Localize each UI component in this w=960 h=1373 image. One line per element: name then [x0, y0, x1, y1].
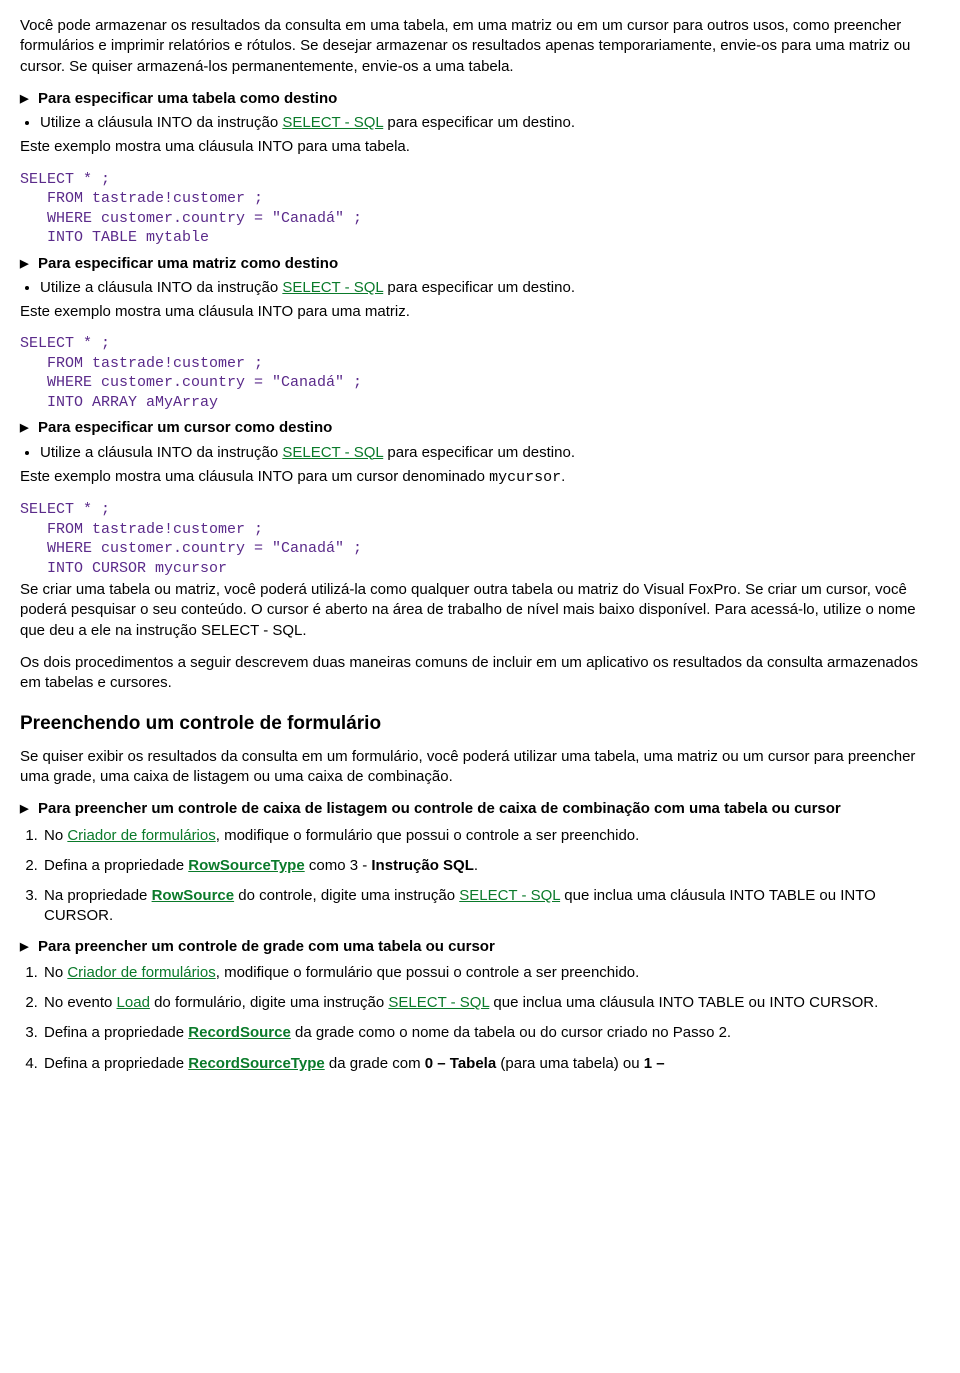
text: do controle, digite uma instrução: [234, 887, 459, 904]
bullet-list: Utilize a cláusula INTO da instrução SEL…: [20, 443, 940, 463]
text: da grade com: [325, 1055, 425, 1072]
select-sql-link[interactable]: SELECT - SQL: [459, 887, 560, 904]
section-heading-listbox: Para preencher um controle de caixa de l…: [20, 799, 940, 819]
inline-code: mycursor: [489, 469, 561, 486]
step-item: Defina a propriedade RecordSourceType da…: [42, 1054, 940, 1074]
text: para especificar um destino.: [383, 444, 575, 461]
select-sql-link[interactable]: SELECT - SQL: [282, 444, 383, 461]
select-sql-link[interactable]: SELECT - SQL: [282, 279, 383, 296]
rowsource-link[interactable]: RowSource: [152, 887, 235, 904]
step-item: Defina a propriedade RecordSource da gra…: [42, 1023, 940, 1043]
text: , modifique o formulário que possui o co…: [216, 827, 640, 844]
text: que inclua uma cláusula INTO TABLE ou IN…: [489, 994, 878, 1011]
text: do formulário, digite uma instrução: [150, 994, 388, 1011]
rowsourcetype-link[interactable]: RowSourceType: [188, 857, 304, 874]
section-heading-grid: Para preencher um controle de grade com …: [20, 937, 940, 957]
section-heading-table: Para especificar uma tabela como destino: [20, 89, 940, 109]
bold-text: 1 –: [644, 1055, 665, 1072]
recordsourcetype-link[interactable]: RecordSourceType: [188, 1055, 324, 1072]
example-text: Este exemplo mostra uma cláusula INTO pa…: [20, 137, 940, 157]
step-item: Na propriedade RowSource do controle, di…: [42, 886, 940, 927]
code-block: SELECT * ; FROM tastrade!customer ; WHER…: [20, 170, 940, 248]
bullet-list: Utilize a cláusula INTO da instrução SEL…: [20, 278, 940, 298]
text: Defina a propriedade: [44, 1024, 188, 1041]
code-block: SELECT * ; FROM tastrade!customer ; WHER…: [20, 500, 940, 578]
bullet-list: Utilize a cláusula INTO da instrução SEL…: [20, 113, 940, 133]
text: No evento: [44, 994, 117, 1011]
list-item: Utilize a cláusula INTO da instrução SEL…: [40, 113, 940, 133]
bold-text: 0 – Tabela: [425, 1055, 496, 1072]
text: Este exemplo mostra uma cláusula INTO pa…: [20, 468, 489, 485]
intro-paragraph: Você pode armazenar os resultados da con…: [20, 16, 940, 77]
steps-list: No Criador de formulários, modifique o f…: [20, 963, 940, 1074]
step-item: No Criador de formulários, modifique o f…: [42, 826, 940, 846]
bold-text: Instrução SQL: [371, 857, 474, 874]
step-item: No Criador de formulários, modifique o f…: [42, 963, 940, 983]
select-sql-link[interactable]: SELECT - SQL: [388, 994, 489, 1011]
step-item: Defina a propriedade RowSourceType como …: [42, 856, 940, 876]
example-text: Este exemplo mostra uma cláusula INTO pa…: [20, 467, 940, 488]
text: Defina a propriedade: [44, 857, 188, 874]
text: .: [561, 468, 565, 485]
steps-list: No Criador de formulários, modifique o f…: [20, 826, 940, 927]
list-item: Utilize a cláusula INTO da instrução SEL…: [40, 443, 940, 463]
list-item: Utilize a cláusula INTO da instrução SEL…: [40, 278, 940, 298]
section-heading-cursor: Para especificar um cursor como destino: [20, 418, 940, 438]
example-text: Este exemplo mostra uma cláusula INTO pa…: [20, 302, 940, 322]
text: para especificar um destino.: [383, 114, 575, 131]
section-heading-matrix: Para especificar uma matriz como destino: [20, 254, 940, 274]
select-sql-link[interactable]: SELECT - SQL: [282, 114, 383, 131]
text: No: [44, 964, 67, 981]
text: para especificar um destino.: [383, 279, 575, 296]
text: Utilize a cláusula INTO da instrução: [40, 279, 282, 296]
paragraph: Se quiser exibir os resultados da consul…: [20, 747, 940, 788]
paragraph: Os dois procedimentos a seguir descrevem…: [20, 653, 940, 694]
text: como 3 -: [305, 857, 372, 874]
load-event-link[interactable]: Load: [117, 994, 150, 1011]
text: .: [474, 857, 478, 874]
text: (para uma tabela) ou: [496, 1055, 644, 1072]
form-designer-link[interactable]: Criador de formulários: [67, 827, 215, 844]
text: Defina a propriedade: [44, 1055, 188, 1072]
text: Na propriedade: [44, 887, 152, 904]
text: , modifique o formulário que possui o co…: [216, 964, 640, 981]
text: Utilize a cláusula INTO da instrução: [40, 114, 282, 131]
text: Utilize a cláusula INTO da instrução: [40, 444, 282, 461]
text: da grade como o nome da tabela ou do cur…: [291, 1024, 731, 1041]
form-designer-link[interactable]: Criador de formulários: [67, 964, 215, 981]
paragraph: Se criar uma tabela ou matriz, você pode…: [20, 580, 940, 641]
code-block: SELECT * ; FROM tastrade!customer ; WHER…: [20, 334, 940, 412]
text: No: [44, 827, 67, 844]
step-item: No evento Load do formulário, digite uma…: [42, 993, 940, 1013]
recordsource-link[interactable]: RecordSource: [188, 1024, 291, 1041]
section-heading-fill-control: Preenchendo um controle de formulário: [20, 711, 940, 737]
